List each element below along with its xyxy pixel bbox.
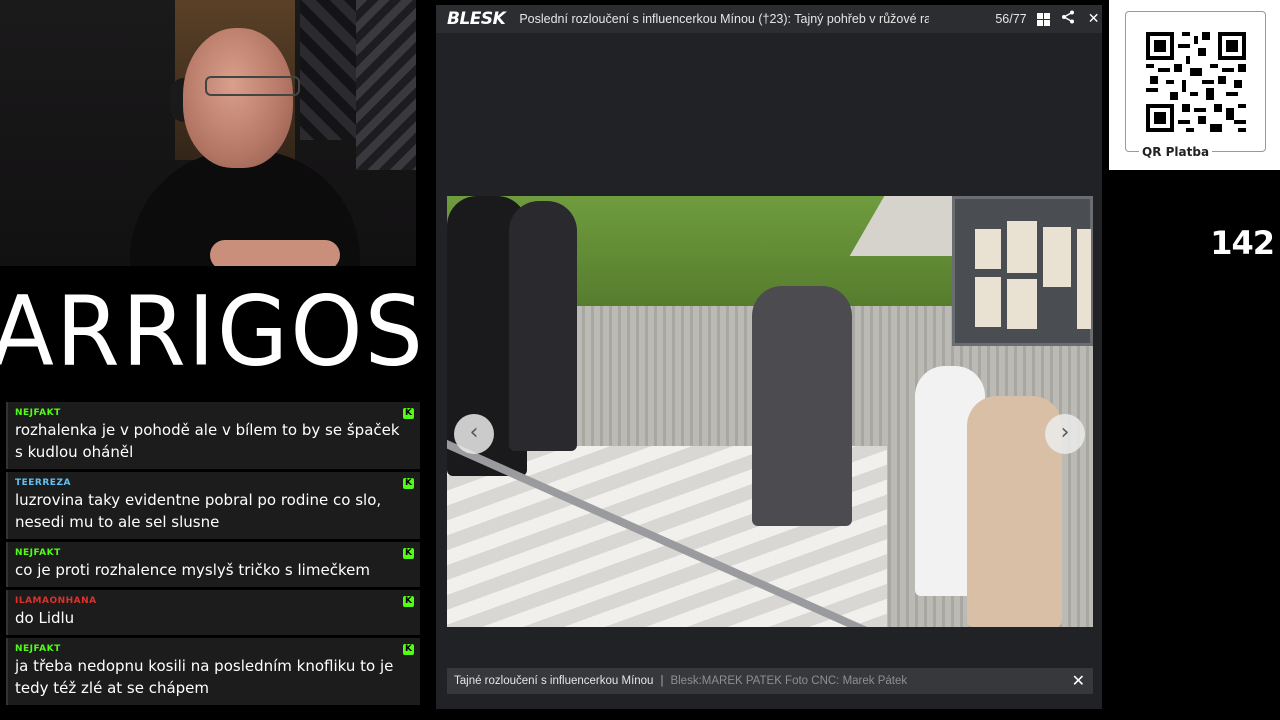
chat-panel: NEJFAKT rozhalenka je v pohodě ale v bíl… [6,402,420,708]
kick-icon: K [403,548,414,559]
channel-logo: ARRIGOS [0,266,423,396]
grid-view-icon[interactable] [1036,12,1050,26]
photo-counter: 56/77 [995,12,1027,26]
chat-username: ILAMAONHANA [15,596,97,606]
photo-caption: Tajné rozloučení s influencerkou Mínou [454,675,654,687]
chat-username: NEJFAKT [15,548,61,558]
photo-credit: Blesk:MAREK PATEK Foto CNC: Marek Pátek [670,675,908,687]
brand-logo[interactable]: BLESK [447,9,506,29]
chat-message: ILAMAONHANA do Lidlu K [6,590,420,635]
kick-icon: K [403,478,414,489]
chat-message: NEJFAKT ja třeba nedopnu kosili na posle… [6,638,420,705]
chat-text: co je proti rozhalence myslyš tričko s l… [15,561,370,579]
next-photo-button[interactable]: › [1045,414,1085,454]
chat-username: TEERREZA [15,478,71,488]
kick-icon: K [403,644,414,655]
close-caption-icon[interactable]: ✕ [1072,671,1085,691]
qr-payment-box: QR Platba [1109,0,1280,170]
chat-text: luzrovina taky evidentne pobral po rodin… [15,491,382,531]
gallery-viewer: BLESK Poslední rozloučení s influencerko… [436,5,1102,709]
chat-username: NEJFAKT [15,408,61,418]
gallery-photo: ‹ › [447,196,1093,627]
streamer-hand [210,240,340,266]
photo-caption-bar: Tajné rozloučení s influencerkou Mínou |… [447,668,1093,694]
qr-label: QR Platba [1139,145,1213,159]
acoustic-foam [300,0,360,140]
logo-text: ARRIGOS [0,274,426,388]
chat-text: ja třeba nedopnu kosili na posledním kno… [15,657,394,697]
prev-photo-button[interactable]: ‹ [454,414,494,454]
caption-separator: | [660,675,664,687]
kick-icon: K [403,596,414,607]
gallery-title: Poslední rozloučení s influencerkou Míno… [519,12,930,26]
streamer-head [183,28,293,168]
chat-text: rozhalenka je v pohodě ale v bílem to by… [15,421,400,461]
photo-notice-board [952,196,1093,346]
webcam-feed [0,0,416,266]
chat-username: NEJFAKT [15,644,61,654]
chat-message: TEERREZA luzrovina taky evidentne pobral… [6,472,420,539]
close-icon[interactable]: ✕ [1086,11,1102,27]
share-icon[interactable] [1060,10,1076,28]
photo-person [752,286,852,526]
chat-message: NEJFAKT co je proti rozhalence myslyš tr… [6,542,420,587]
kick-icon: K [403,408,414,419]
qr-code [1146,32,1246,132]
gallery-topbar: BLESK Poslední rozloučení s influencerko… [436,5,1102,33]
photo-person [509,201,577,451]
glasses [205,76,300,96]
chat-message: NEJFAKT rozhalenka je v pohodě ale v bíl… [6,402,420,469]
acoustic-foam [356,0,416,170]
chat-text: do Lidlu [15,609,75,627]
side-number: 142 [1210,224,1275,262]
